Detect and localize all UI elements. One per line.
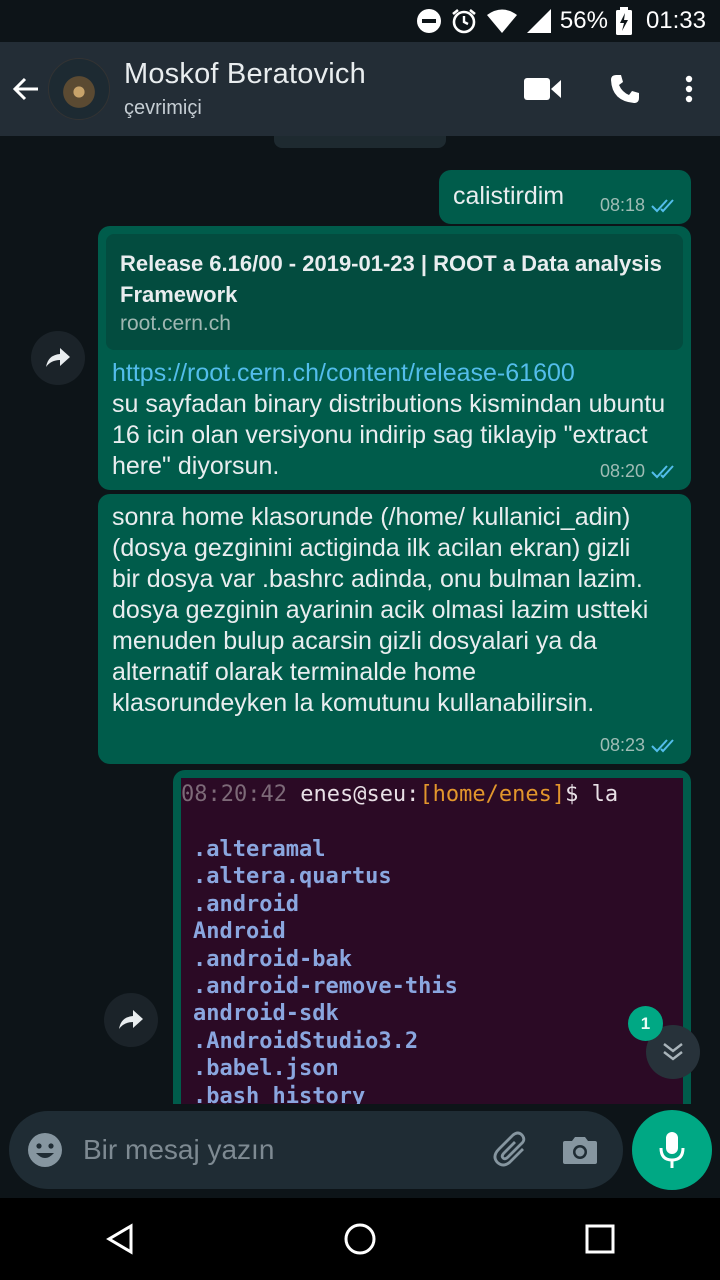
terminal-file-list: .alteramal .altera.quartus .android Andr… (193, 836, 458, 1104)
link-preview[interactable]: Release 6.16/00 - 2019-01-23 | ROOT a Da… (106, 234, 683, 350)
microphone-icon (659, 1132, 685, 1168)
nav-home-button[interactable] (310, 1198, 410, 1280)
read-ticks-icon (651, 464, 674, 478)
circle-home-icon (344, 1223, 376, 1255)
message-meta: 08:18 (600, 195, 679, 216)
terminal-file: .bash_history (193, 1083, 366, 1104)
video-call-button[interactable] (502, 42, 584, 136)
avatar[interactable] (48, 58, 110, 120)
battery-percent: 56% (559, 7, 608, 34)
message-bubble[interactable]: sonra home klasorunde (/home/ kullanici_… (98, 494, 691, 764)
do-not-disturb-icon (416, 8, 442, 34)
message-bubble[interactable]: Release 6.16/00 - 2019-01-23 | ROOT a Da… (98, 226, 691, 490)
message-meta: 08:23 (600, 735, 679, 756)
terminal-prompt: 08:20:42 enes@seu:[home/enes]$ la (181, 782, 618, 807)
battery-charging-icon (615, 7, 632, 35)
nav-recents-button[interactable] (550, 1198, 650, 1280)
link-preview-title: Release 6.16/00 - 2019-01-23 | ROOT a Da… (120, 251, 662, 307)
message-text: sonra home klasorunde (/home/ kullanici_… (112, 503, 649, 717)
message-time: 08:23 (599, 735, 645, 755)
double-chevron-down-icon (663, 1043, 683, 1061)
emoji-icon (28, 1133, 62, 1167)
phone-icon (611, 75, 639, 103)
read-ticks-icon (651, 198, 674, 212)
message-input[interactable] (83, 1134, 475, 1166)
nav-back-button[interactable] (70, 1198, 170, 1280)
camera-icon (563, 1137, 597, 1164)
signal-icon (526, 8, 552, 34)
contact-info[interactable]: Moskof Beratovich çevrimiçi (124, 58, 366, 120)
message-composer (9, 1111, 623, 1189)
voice-call-button[interactable] (584, 42, 666, 136)
message-bubble[interactable]: calistirdim 08:18 (439, 170, 691, 224)
forward-icon (46, 348, 70, 367)
message-time: 08:20 (599, 461, 645, 481)
date-separator (274, 136, 446, 148)
terminal-path: [home/enes] (419, 782, 566, 807)
more-options-button[interactable] (666, 42, 712, 136)
terminal-file: .android-bak (193, 946, 352, 972)
system-navigation-bar (0, 1198, 720, 1280)
square-recents-icon (585, 1224, 615, 1254)
terminal-file: android-sdk (193, 1001, 339, 1027)
forward-button[interactable] (104, 993, 158, 1047)
terminal-file: .babel.json (193, 1056, 339, 1082)
triangle-back-icon (106, 1223, 133, 1255)
terminal-file: .android (193, 891, 299, 917)
message-time: 08:18 (599, 195, 645, 215)
read-ticks-icon (651, 738, 674, 752)
paperclip-icon (493, 1131, 526, 1167)
clock: 01:33 (645, 7, 706, 34)
more-vert-icon (685, 75, 693, 103)
emoji-button[interactable] (11, 1111, 79, 1189)
link-preview-domain: root.cern.ch (120, 312, 231, 335)
terminal-file: .android-remove-this (193, 973, 458, 999)
status-bar: 56% 01:33 (0, 0, 720, 42)
message-link[interactable]: https://root.cern.ch/content/release-616… (112, 359, 575, 387)
terminal-command: $ la (565, 782, 619, 807)
message-meta: 08:20 (600, 461, 679, 482)
camera-button[interactable] (545, 1111, 615, 1189)
unread-count-badge: 1 (628, 1006, 663, 1041)
chat-header: Moskof Beratovich çevrimiçi (0, 42, 720, 136)
terminal-time: 08:20:42 (181, 782, 287, 807)
terminal-file: .alteramal (193, 837, 326, 862)
forward-button[interactable] (31, 331, 85, 385)
message-list[interactable]: calistirdim 08:18 Release 6.16/00 - 2019… (0, 136, 720, 1104)
back-arrow-icon (12, 77, 38, 101)
terminal-user: enes@seu: (300, 782, 420, 807)
forward-icon (119, 1010, 143, 1029)
video-call-icon (524, 78, 561, 100)
contact-status: çevrimiçi (124, 97, 202, 119)
voice-record-button[interactable] (632, 1110, 712, 1190)
terminal-file: Android (193, 919, 286, 945)
terminal-file: .AndroidStudio3.2 (193, 1028, 419, 1054)
message-text: su sayfadan binary distributions kismind… (112, 390, 666, 480)
terminal-file: .altera.quartus (193, 864, 392, 890)
wifi-icon (486, 8, 518, 34)
alarm-icon (450, 7, 478, 35)
back-button[interactable] (0, 42, 52, 136)
contact-name[interactable]: Moskof Beratovich (124, 58, 366, 91)
message-text: calistirdim (453, 182, 565, 210)
attach-button[interactable] (475, 1111, 545, 1189)
terminal-screenshot-image[interactable]: 08:20:42 enes@seu:[home/enes]$ la .alter… (181, 778, 683, 1104)
